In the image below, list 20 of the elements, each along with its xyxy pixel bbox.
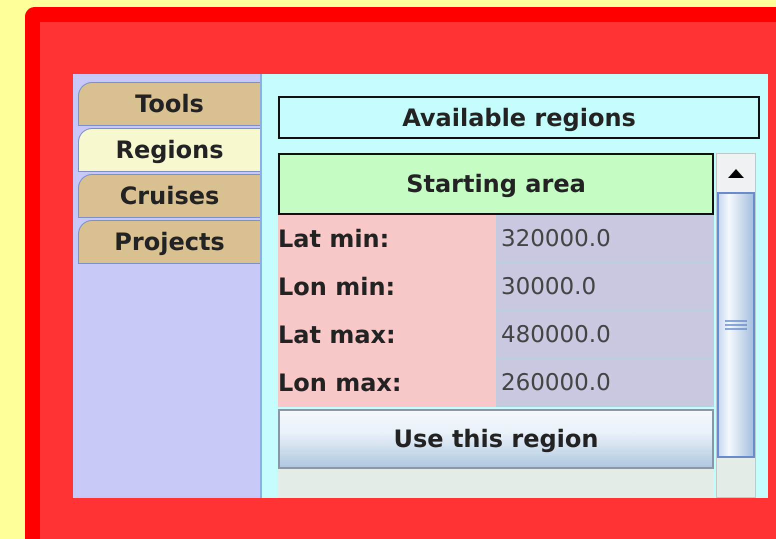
- tab[interactable]: Tools: [78, 82, 260, 126]
- region-title: Starting area: [278, 153, 714, 215]
- field-value[interactable]: 320000.0: [496, 215, 714, 263]
- panel-title: Available regions: [278, 96, 760, 139]
- scroll-thumb[interactable]: [717, 192, 755, 458]
- field-label: Lon max:: [278, 359, 496, 407]
- use-region-button[interactable]: Use this region: [278, 409, 714, 469]
- tab[interactable]: Regions: [78, 128, 260, 172]
- field-label: Lon min:: [278, 263, 496, 311]
- scroll-up-button[interactable]: [717, 154, 755, 192]
- grip-icon: [725, 320, 747, 330]
- tab[interactable]: Cruises: [78, 174, 260, 218]
- field-value[interactable]: 260000.0: [496, 359, 714, 407]
- up-arrow-icon: [728, 168, 744, 178]
- field-value[interactable]: 30000.0: [496, 263, 714, 311]
- scrollbar[interactable]: [716, 153, 756, 498]
- field-label: Lat min:: [278, 215, 496, 263]
- field-value[interactable]: 480000.0: [496, 311, 714, 359]
- tab[interactable]: Projects: [78, 220, 260, 264]
- field-label: Lat max:: [278, 311, 496, 359]
